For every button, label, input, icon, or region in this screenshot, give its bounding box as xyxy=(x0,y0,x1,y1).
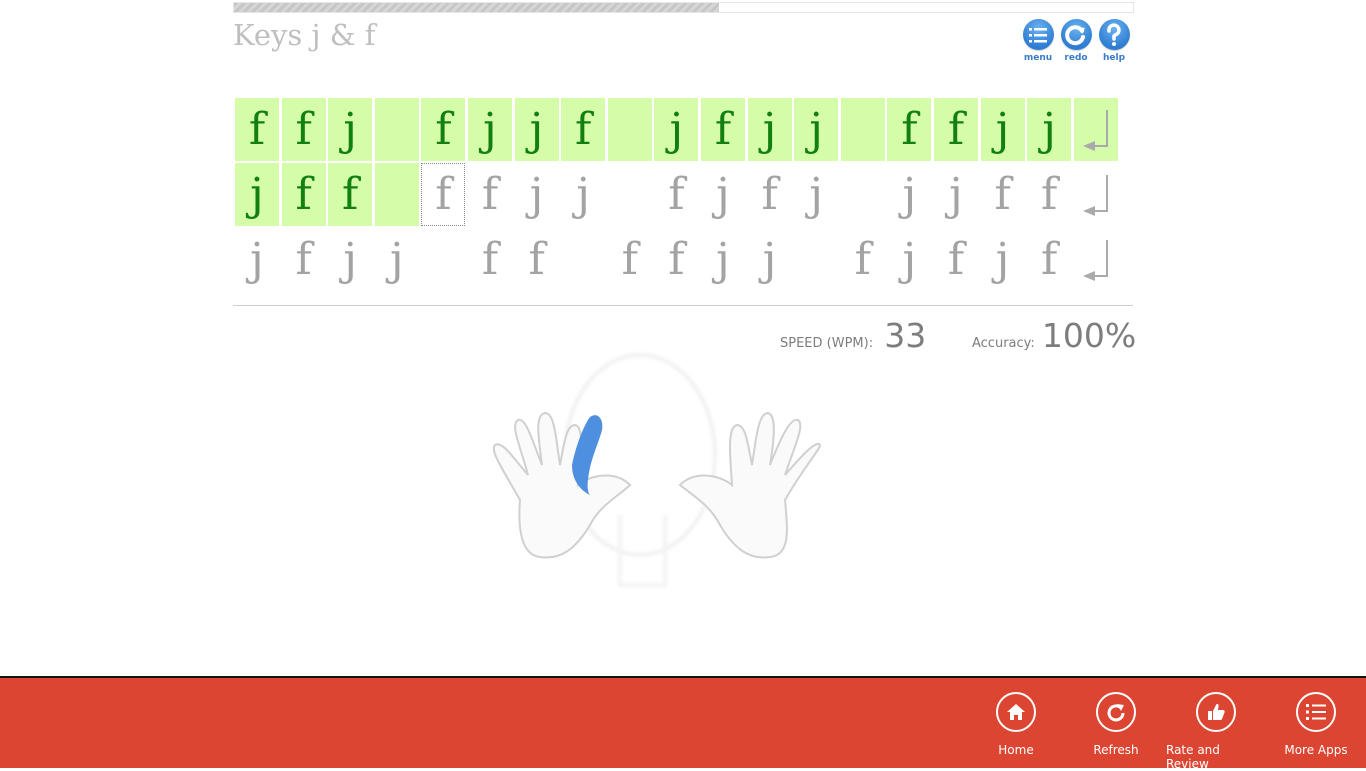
space-cell xyxy=(561,228,605,291)
pending-char-cell: j xyxy=(716,169,730,220)
more-apps-label: More Apps xyxy=(1284,743,1348,757)
redo-button[interactable]: redo xyxy=(1060,19,1092,63)
typed-char-cell: f xyxy=(421,98,466,161)
typed-char-cell: j xyxy=(328,98,373,161)
pending-char-cell: j xyxy=(576,169,591,220)
redo-icon xyxy=(1060,19,1092,50)
enter-key-cell xyxy=(1073,98,1118,161)
typed-char-cell: j xyxy=(235,163,279,226)
typed-char-cell: j xyxy=(1027,98,1072,161)
pending-char-cell: f xyxy=(481,234,499,285)
redo-label: redo xyxy=(1064,53,1088,63)
current-char-cell: f xyxy=(421,163,466,226)
pending-char-cell: j xyxy=(529,169,544,220)
typed-char-cell: j xyxy=(654,98,699,161)
lesson-title: Keys j & f xyxy=(233,18,376,52)
hands-illustration xyxy=(480,345,840,605)
help-icon xyxy=(1098,19,1130,50)
typed-char-cell: f xyxy=(934,98,978,161)
typed-char-cell: f xyxy=(281,98,326,161)
space-cell xyxy=(421,228,465,291)
pending-char-cell: f xyxy=(854,234,871,285)
enter-arrow-icon xyxy=(1081,238,1111,282)
pending-char-cell: f xyxy=(295,234,312,285)
pending-char-cell: j xyxy=(995,234,1010,285)
pending-char-cell: j xyxy=(716,234,730,285)
lesson-progress-fill xyxy=(234,3,720,12)
pending-char-cell: j xyxy=(343,234,358,285)
list-icon xyxy=(1296,692,1336,732)
pending-char-cell: f xyxy=(621,234,638,285)
space-cell xyxy=(607,98,652,161)
typed-char-cell: f xyxy=(887,98,932,161)
pending-char-cell: j xyxy=(389,234,404,285)
pending-char-cell: j xyxy=(902,169,917,220)
typed-char-cell: f xyxy=(701,98,745,161)
pending-char-cell: f xyxy=(994,169,1011,220)
enter-key-cell xyxy=(1074,228,1118,291)
app-bar: Home Refresh Rate and Review More Apps xyxy=(0,676,1366,771)
rate-and-review-label: Rate and Review xyxy=(1166,743,1220,771)
accuracy-stat: Accuracy: 100% xyxy=(972,316,1136,355)
space-cell xyxy=(840,98,885,161)
left-hand-icon xyxy=(492,411,632,559)
refresh-button[interactable]: Refresh xyxy=(1066,692,1166,757)
typed-char-cell: j xyxy=(747,98,792,161)
pending-char-cell: j xyxy=(949,169,963,220)
typed-char-cell: f xyxy=(281,163,326,226)
refresh-label: Refresh xyxy=(1093,743,1139,757)
menu-list-icon xyxy=(1022,19,1054,50)
lesson-progress-bar xyxy=(233,2,1134,13)
thumbs-up-icon xyxy=(1196,692,1236,732)
divider xyxy=(233,305,1133,306)
pending-char-cell: f xyxy=(481,169,499,220)
pending-char-cell: f xyxy=(1041,234,1058,285)
typed-char-cell: f xyxy=(328,163,373,226)
typed-char-cell: j xyxy=(794,98,839,161)
enter-arrow-icon xyxy=(1081,108,1111,152)
space-cell xyxy=(374,98,419,161)
space-cell xyxy=(374,163,419,226)
typed-char-cell: j xyxy=(468,98,512,161)
top-toolbar: menu redo help xyxy=(1022,19,1130,63)
typed-char-cell: f xyxy=(235,98,279,161)
enter-arrow-icon xyxy=(1081,173,1111,217)
speed-value: 33 xyxy=(884,316,927,355)
accuracy-label: Accuracy: xyxy=(972,336,1035,351)
enter-key-cell xyxy=(1074,163,1118,226)
space-cell xyxy=(794,228,838,291)
pending-char-cell: j xyxy=(250,234,264,285)
pending-char-cell: f xyxy=(1041,169,1058,220)
pending-char-cell: j xyxy=(809,169,824,220)
space-cell xyxy=(841,163,885,226)
home-label: Home xyxy=(998,743,1034,757)
more-apps-button[interactable]: More Apps xyxy=(1266,692,1366,757)
pending-char-cell: f xyxy=(761,169,778,220)
space-cell xyxy=(608,163,652,226)
pending-char-cell: j xyxy=(902,234,917,285)
pending-char-cell: f xyxy=(668,169,685,220)
pending-char-cell: j xyxy=(762,234,777,285)
pending-char-cell: f xyxy=(668,234,685,285)
typed-char-cell: j xyxy=(514,98,559,161)
pending-char-cell: f xyxy=(528,234,545,285)
home-button[interactable]: Home xyxy=(966,692,1066,757)
help-button[interactable]: help xyxy=(1098,19,1130,63)
typed-char-cell: j xyxy=(980,98,1025,161)
right-hand-icon xyxy=(678,411,822,559)
menu-label: menu xyxy=(1023,53,1053,63)
pending-char-cell: f xyxy=(947,234,965,285)
refresh-icon xyxy=(1096,692,1136,732)
typed-char-cell: f xyxy=(561,98,606,161)
menu-button[interactable]: menu xyxy=(1022,19,1054,63)
home-icon xyxy=(996,692,1036,732)
accuracy-value: 100% xyxy=(1041,316,1137,355)
rate-and-review-button[interactable]: Rate and Review xyxy=(1166,692,1266,771)
help-label: help xyxy=(1102,53,1126,63)
